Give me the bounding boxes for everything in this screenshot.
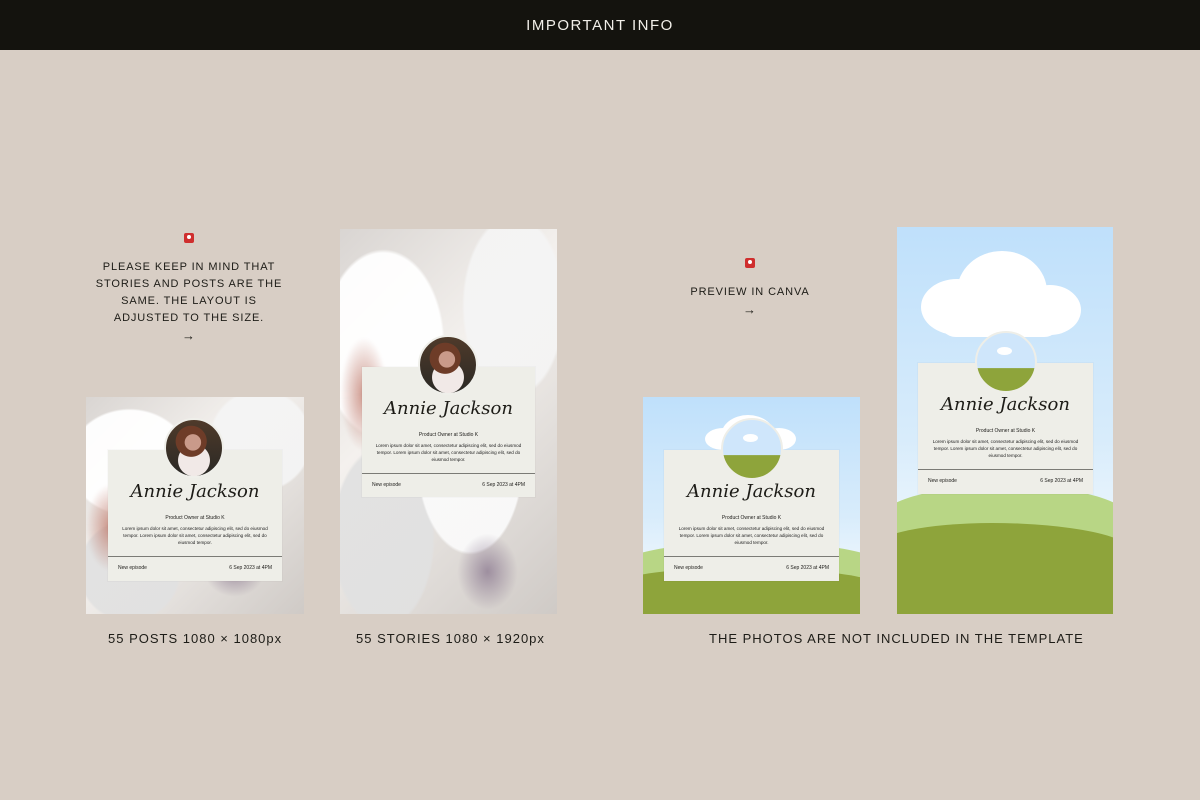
avatar — [975, 331, 1037, 393]
footer-right: 6 Sep 2023 at 4PM — [1040, 478, 1083, 484]
card-divider — [664, 556, 839, 557]
card-divider — [918, 469, 1093, 470]
card-name: Annie Jackson — [941, 394, 1070, 415]
card-role: Product Owner at Studio K — [418, 432, 479, 438]
preview-in-canva-label[interactable]: PREVIEW IN CANVA — [690, 286, 809, 298]
card-body: Lorem ipsum dolor sit amet, consectetur … — [122, 526, 268, 545]
dark-green-hill — [897, 523, 1113, 614]
layout-note-line-1: PLEASE KEEP IN MIND THAT — [102, 261, 276, 273]
card-role: Product Owner at Studio K — [165, 515, 225, 521]
story-sky-mockup: Annie Jackson Product Owner at Studio K … — [897, 227, 1113, 614]
posts-caption: 55 POSTS 1080 × 1080px — [108, 631, 283, 646]
canva-preview-note[interactable]: PREVIEW IN CANVA → — [680, 258, 820, 316]
profile-card: Annie Jackson Product Owner at Studio K … — [108, 418, 282, 581]
header-title: IMPORTANT INFO — [526, 16, 674, 34]
right-arrow-icon: → — [182, 328, 196, 343]
pin-icon — [745, 258, 755, 268]
right-arrow-icon[interactable]: → — [680, 303, 820, 316]
card-role: Product Owner at Studio K — [975, 428, 1036, 434]
card-footer: New episode 6 Sep 2023 at 4PM — [674, 565, 829, 571]
layout-note-line-3: SAME. THE LAYOUT IS — [121, 295, 257, 307]
post-photo-mockup: Annie Jackson Product Owner at Studio K … — [86, 397, 304, 614]
profile-card: Annie Jackson Product Owner at Studio K … — [918, 331, 1093, 494]
card-footer: New episode 6 Sep 2023 at 4PM — [372, 482, 525, 488]
avatar — [721, 418, 783, 480]
footer-left: New episode — [928, 478, 957, 484]
stories-caption: 55 STORIES 1080 × 1920px — [356, 631, 545, 646]
layout-note-line-2: STORIES AND POSTS ARE THE — [95, 278, 283, 290]
card-name: Annie Jackson — [130, 481, 260, 502]
footer-right: 6 Sep 2023 at 4PM — [229, 565, 272, 571]
card-body: Lorem ipsum dolor sit amet, consectetur … — [932, 439, 1079, 458]
card-body: Lorem ipsum dolor sit amet, consectetur … — [375, 443, 522, 462]
card-name: Annie Jackson — [687, 481, 816, 502]
footer-right: 6 Sep 2023 at 4PM — [482, 482, 525, 488]
footer-right: 6 Sep 2023 at 4PM — [786, 565, 829, 571]
profile-card: Annie Jackson Product Owner at Studio K … — [362, 335, 535, 497]
layout-note: PLEASE KEEP IN MIND THAT STORIES AND POS… — [92, 233, 286, 342]
footer-left: New episode — [674, 565, 703, 571]
footer-left: New episode — [372, 482, 401, 488]
card-role: Product Owner at Studio K — [721, 515, 782, 521]
footer-left: New episode — [118, 565, 147, 571]
cloud-icon — [743, 434, 758, 442]
card-divider — [108, 556, 282, 557]
card-body: Lorem ipsum dolor sit amet, consectetur … — [678, 526, 825, 545]
pin-icon — [184, 233, 194, 243]
card-footer: New episode 6 Sep 2023 at 4PM — [118, 565, 272, 571]
story-photo-mockup: Annie Jackson Product Owner at Studio K … — [340, 229, 557, 614]
card-divider — [362, 473, 535, 474]
layout-note-line-4: ADJUSTED TO THE SIZE. — [113, 312, 265, 324]
post-sky-mockup: Annie Jackson Product Owner at Studio K … — [643, 397, 860, 614]
profile-card: Annie Jackson Product Owner at Studio K … — [664, 418, 839, 581]
avatar — [418, 335, 478, 395]
photos-not-included-caption: THE PHOTOS ARE NOT INCLUDED IN THE TEMPL… — [709, 631, 1084, 646]
card-name: Annie Jackson — [384, 398, 513, 419]
avatar — [164, 418, 224, 478]
card-footer: New episode 6 Sep 2023 at 4PM — [928, 478, 1083, 484]
lavender-photo-area — [457, 533, 518, 611]
cloud-icon — [997, 347, 1012, 355]
important-info-header: IMPORTANT INFO — [0, 0, 1200, 50]
